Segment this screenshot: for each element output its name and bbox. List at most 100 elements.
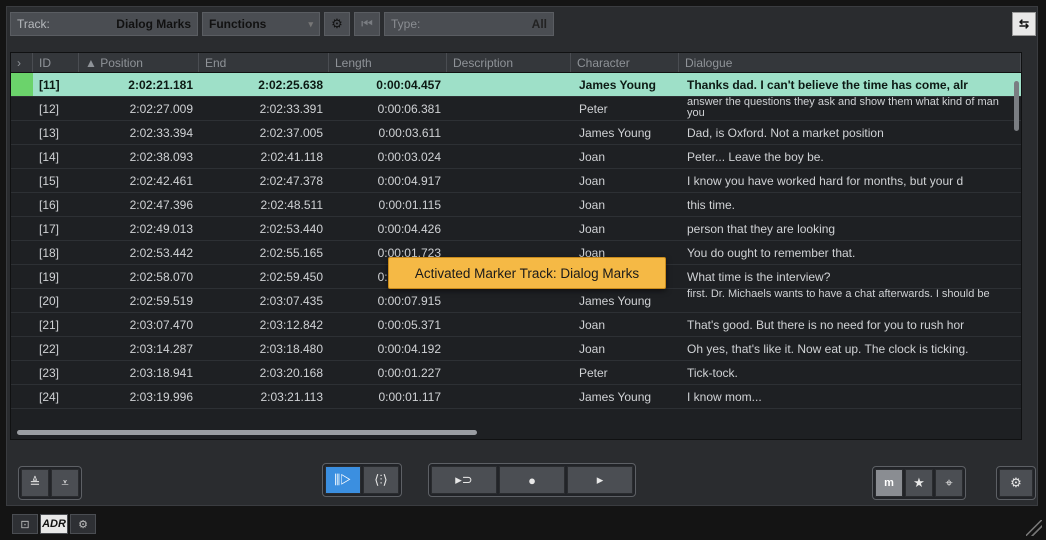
expand-column-header[interactable]: › [11, 53, 33, 72]
cell-dialogue: person that they are looking [687, 221, 836, 236]
inspector-tab[interactable]: ⊡ [12, 514, 38, 534]
marker-add-icon: ⌖ [945, 475, 953, 490]
range-icon: ⟨⫶⟩ [374, 472, 388, 487]
cell-end: 2:03:20.168 [259, 365, 323, 380]
cell-id: [16] [39, 197, 60, 212]
table-body: [11] 2:02:21.181 2:02:25.638 0:00:04.457 Jam… [11, 73, 1021, 409]
marker-mode-icon: ⫼▷ [334, 472, 352, 487]
pre-roll-button[interactable]: ▸⊃ [431, 466, 497, 494]
table-row[interactable]: [17] 2:02:49.013 2:02:53.440 0:00:04.426 Joa… [11, 217, 1021, 241]
cell-position: 2:02:38.093 [129, 149, 193, 164]
cell-dialogue: I know you have worked hard for months, … [687, 173, 964, 188]
position-header-label: Position [100, 56, 143, 70]
previous-marker-button[interactable]: ⏮ [354, 12, 380, 36]
cell-end: 2:03:07.435 [259, 293, 323, 308]
notification-toast: Activated Marker Track: Dialog Marks [388, 257, 666, 289]
cell-id: [18] [39, 245, 60, 260]
cell-dialogue: first. Dr. Michaels wants to have a chat… [687, 288, 990, 300]
add-marker-button[interactable]: ⌖ [935, 469, 963, 497]
cell-end: 2:03:21.113 [260, 389, 323, 404]
table-row[interactable]: [21] 2:03:07.470 2:03:12.842 0:00:05.371 Joa… [11, 313, 1021, 337]
table-row[interactable]: [23] 2:03:18.941 2:03:20.168 0:00:01.227 Pet… [11, 361, 1021, 385]
cell-end: 2:03:18.480 [259, 341, 323, 356]
range-mode-button[interactable]: ⟨⫶⟩ [363, 466, 399, 494]
cell-character: James Young [579, 125, 652, 140]
table-row[interactable]: [22] 2:03:14.287 2:03:18.480 0:00:04.192 Joa… [11, 337, 1021, 361]
play-button[interactable]: ▸ [567, 466, 633, 494]
adr-tab[interactable]: ADR [40, 514, 68, 534]
cell-position: 2:02:47.396 [129, 197, 193, 212]
record-icon: ● [528, 472, 536, 488]
cell-dialogue: You do ought to remember that. [687, 245, 856, 260]
table-row[interactable]: [24] 2:03:19.996 2:03:21.113 0:00:01.117 Jam… [11, 385, 1021, 409]
transport-buttons: ▸⊃ ● ▸ [428, 463, 636, 497]
cell-dialogue: I know mom... [687, 389, 762, 404]
options-group: ⚙ [996, 466, 1036, 500]
cell-end: 2:02:59.450 [259, 269, 323, 284]
cell-length: 0:00:04.426 [377, 221, 441, 236]
cell-dialogue: answer the questions they ask and show t… [687, 96, 999, 119]
cell-length: 0:00:01.115 [378, 197, 441, 212]
window-layout-button[interactable]: ⇆ [1012, 12, 1036, 36]
cell-character: Peter [579, 365, 608, 380]
record-button[interactable]: ● [499, 466, 565, 494]
sort-ascending-icon: ▲ [85, 56, 101, 70]
settings-button[interactable]: ⚙ [324, 12, 350, 36]
cell-end: 2:02:55.165 [259, 245, 323, 260]
marker-mode-button[interactable]: ⫼▷ [325, 466, 361, 494]
down-icon: ⩡ [61, 475, 69, 490]
type-filter[interactable]: Type: All [384, 12, 554, 36]
resize-grip[interactable] [1026, 520, 1042, 536]
toolbar: Track: Dialog Marks Functions ▾ ⚙ ⏮ Type… [10, 10, 1036, 38]
table-row[interactable]: [15] 2:02:42.461 2:02:47.378 0:00:04.917 Joa… [11, 169, 1021, 193]
cell-dialogue: Tick-tock. [687, 365, 738, 380]
table-row[interactable]: [11] 2:02:21.181 2:02:25.638 0:00:04.457 Jam… [11, 73, 1021, 97]
table-row[interactable]: [20] 2:02:59.519 2:03:07.435 0:00:07.915 Jam… [11, 289, 1021, 313]
cell-end: 2:02:48.511 [260, 197, 323, 212]
cell-id: [14] [39, 149, 60, 164]
table-row[interactable]: [13] 2:02:33.394 2:02:37.005 0:00:03.611 Jam… [11, 121, 1021, 145]
column-header-dialogue[interactable]: Dialogue [679, 53, 1021, 72]
column-header-id[interactable]: ID [33, 53, 79, 72]
type-label: Type: [391, 17, 421, 31]
track-value: Dialog Marks [116, 17, 191, 31]
m-button[interactable]: m [875, 469, 903, 497]
cell-length: 0:00:07.915 [377, 293, 441, 308]
cell-id: [20] [39, 293, 60, 308]
view-mode-buttons: ⫼▷ ⟨⫶⟩ [322, 463, 402, 497]
table-row[interactable]: [12] 2:02:27.009 2:02:33.391 0:00:06.381 Pet… [11, 97, 1021, 121]
column-header-position[interactable]: ▲ Position [79, 53, 199, 72]
footer-bar: ⊡ ADR ⚙ [0, 508, 1046, 540]
move-down-button[interactable]: ⩡ [51, 469, 79, 497]
cell-dialogue: Thanks dad. I can't believe the time has… [687, 77, 968, 92]
options-button[interactable]: ⚙ [999, 469, 1033, 497]
cell-character: Peter [579, 101, 608, 116]
column-header-character[interactable]: Character [571, 53, 679, 72]
cell-position: 2:03:14.287 [129, 341, 193, 356]
row-selector[interactable] [11, 73, 33, 96]
cell-character: Joan [579, 197, 606, 212]
move-up-button[interactable]: ≜ [21, 469, 49, 497]
cell-id: [23] [39, 365, 60, 380]
favorite-button[interactable]: ★ [905, 469, 933, 497]
cell-length: 0:00:06.381 [377, 101, 441, 116]
track-selector[interactable]: Track: Dialog Marks [10, 12, 198, 36]
cell-length: 0:00:03.024 [377, 149, 441, 164]
table-row[interactable]: [14] 2:02:38.093 2:02:41.118 0:00:03.024 Joa… [11, 145, 1021, 169]
column-header-description[interactable]: Description [447, 53, 571, 72]
cell-length: 0:00:05.371 [377, 317, 441, 332]
cell-character: Joan [579, 341, 606, 356]
cell-id: [17] [39, 221, 60, 236]
cell-position: 2:02:42.461 [129, 173, 193, 188]
play-icon: ▸ [596, 472, 604, 487]
horizontal-scrollbar[interactable] [17, 430, 477, 435]
column-header-end[interactable]: End [199, 53, 329, 72]
cell-position: 2:03:07.470 [129, 317, 193, 332]
column-header-length[interactable]: Length [329, 53, 447, 72]
table-row[interactable]: [16] 2:02:47.396 2:02:48.511 0:00:01.115 Joa… [11, 193, 1021, 217]
footer-settings-tab[interactable]: ⚙ [70, 514, 96, 534]
cell-dialogue: Peter... Leave the boy be. [687, 149, 824, 164]
vertical-scrollbar[interactable] [1014, 81, 1019, 131]
functions-dropdown[interactable]: Functions ▾ [202, 12, 320, 36]
move-buttons: ≜ ⩡ [18, 466, 82, 500]
